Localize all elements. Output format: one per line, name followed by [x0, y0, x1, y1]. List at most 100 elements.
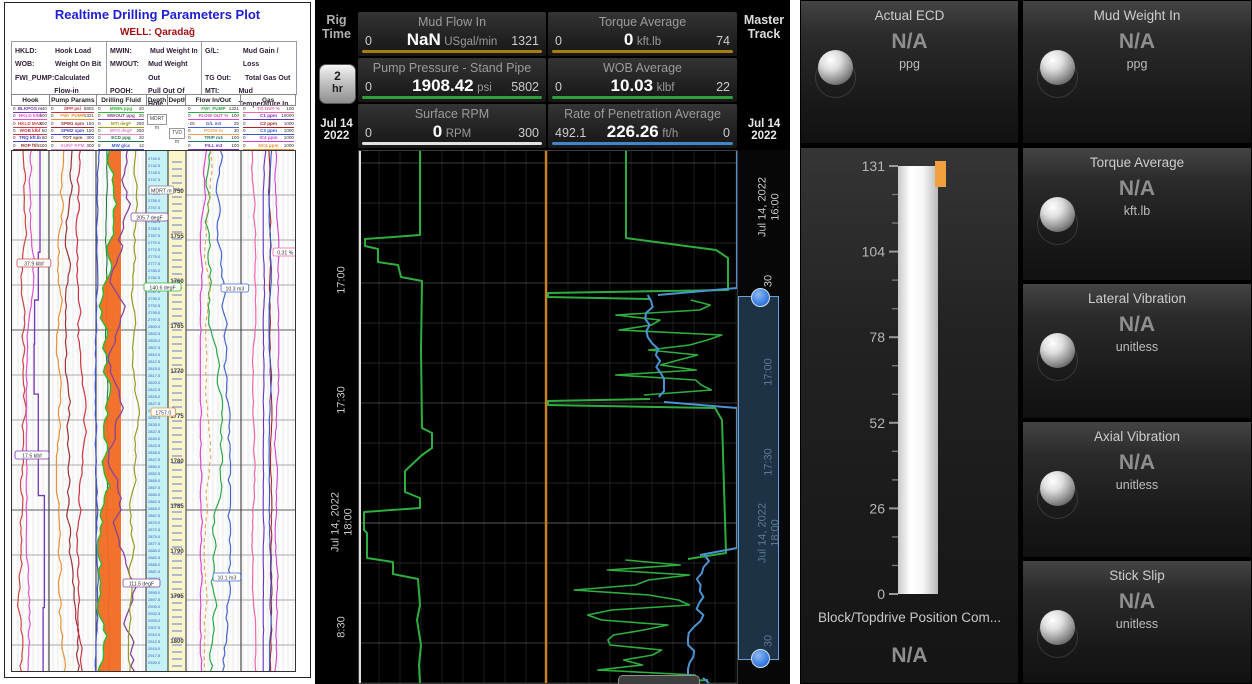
- svg-text:1795: 1795: [170, 594, 184, 600]
- well-log-plot[interactable]: 2740.02742.52745.02747.52750.02752.52755…: [11, 150, 296, 672]
- legend-value: Weight On Bit: [55, 58, 101, 71]
- chart-scrollbar[interactable]: [618, 675, 700, 684]
- sensor-card-mud-weight-in[interactable]: Mud Weight InN/Appg: [1022, 0, 1252, 144]
- scale-max: 1000: [284, 143, 294, 148]
- gauge-tick-label: 0: [877, 586, 885, 602]
- svg-text:2857.5: 2857.5: [148, 485, 161, 490]
- scale-row-gas: 0C3 ppm1000: [241, 128, 296, 135]
- gauge-color-bar: [362, 50, 542, 53]
- scale-row-hook: 0HKLD klbf500: [11, 113, 49, 120]
- svg-text:2810.0: 2810.0: [148, 352, 161, 357]
- svg-text:2797.5: 2797.5: [148, 317, 161, 322]
- curve-scale-legend: 0BLKPOS m400HKLD klbf5000HKLD MAX5000WOB…: [11, 106, 296, 150]
- scale-max: 100: [231, 135, 239, 140]
- gauge-max: 300: [518, 126, 539, 140]
- scale-max: 20: [139, 106, 144, 111]
- svg-text:2860.0: 2860.0: [148, 492, 161, 497]
- svg-text:2875.0: 2875.0: [148, 534, 161, 539]
- svg-text:140.6 degF: 140.6 degF: [149, 286, 175, 292]
- scale-row-gas: 0TG OUT %100: [241, 106, 296, 113]
- svg-text:2807.5: 2807.5: [148, 345, 161, 350]
- gauge-unit: kft.lb: [637, 36, 661, 48]
- scale-max: 100: [231, 143, 239, 148]
- sensor-card-stick-slip[interactable]: Stick SlipN/Aunitless: [1022, 560, 1252, 684]
- svg-text:2867.5: 2867.5: [148, 513, 161, 518]
- scale-max: 100: [286, 106, 294, 111]
- legend-key: WOB:: [15, 58, 55, 71]
- gauge-title: Rate of Penetration Average: [548, 107, 737, 121]
- svg-text:2817.5: 2817.5: [148, 373, 161, 378]
- svg-text:2742.5: 2742.5: [148, 163, 161, 168]
- scale-row-hook: 0HKLD MAX500: [11, 121, 49, 128]
- svg-text:2772.5: 2772.5: [148, 247, 161, 252]
- scale-label: G/L m3: [186, 121, 241, 126]
- gauge-target-marker: [935, 161, 946, 187]
- svg-text:2842.5: 2842.5: [148, 443, 161, 448]
- gauge-max: 0: [723, 126, 730, 140]
- legend-key: MWIN:: [110, 45, 150, 58]
- svg-text:1790: 1790: [170, 549, 184, 555]
- status-sphere-icon: [1040, 197, 1075, 232]
- gauge-torque-average[interactable]: Torque Average 0 0 kft.lb 74: [548, 12, 737, 56]
- scale-max: 1321: [229, 106, 239, 111]
- time-interval-button[interactable]: 2 hr: [319, 64, 356, 104]
- svg-text:2882.5: 2882.5: [148, 555, 161, 560]
- svg-text:2777.5: 2777.5: [148, 261, 161, 266]
- sensor-card-lateral-vibration[interactable]: Lateral VibrationN/Aunitless: [1022, 283, 1252, 419]
- track-header-pump-params: Pump Params: [49, 94, 96, 106]
- legend-row: WOB:Weight On Bit: [15, 58, 104, 71]
- sensor-card-axial-vibration[interactable]: Axial VibrationN/Aunitless: [1022, 421, 1252, 558]
- scale-label: POOH m: [186, 128, 241, 133]
- scale-max: 150: [86, 121, 94, 126]
- status-sphere-icon: [1040, 610, 1075, 645]
- gauge-pump-pressure[interactable]: Pump Pressure - Stand Pipe 0 1908.42 psi…: [358, 58, 546, 102]
- selection-handle-top[interactable]: [751, 288, 770, 307]
- block-position-gauge-card[interactable]: 1311047852260 Block/Topdrive Position Co…: [800, 147, 1019, 684]
- gauge-mud-flow-in[interactable]: Mud Flow In 0 NaN USgal/min 1321: [358, 12, 546, 56]
- svg-text:2827.5: 2827.5: [148, 401, 161, 406]
- selection-handle-bottom[interactable]: [751, 649, 770, 668]
- time-range-selection[interactable]: [738, 296, 779, 660]
- svg-text:111.5 degF: 111.5 degF: [129, 582, 154, 588]
- sensor-card-title: Lateral Vibration: [1023, 291, 1251, 306]
- gauge-surface-rpm[interactable]: Surface RPM 0 0 RPM 300: [358, 104, 546, 148]
- svg-text:2905.0: 2905.0: [148, 618, 161, 623]
- scale-row-fluid: 0MTI degF250: [96, 121, 146, 128]
- track-header-drilling-fluid: Drilling Fluid: [96, 94, 146, 106]
- svg-text:2887.5: 2887.5: [148, 569, 161, 574]
- master-axis-label: Jul 14, 2022 16:00: [756, 177, 781, 237]
- sensor-card-torque-average[interactable]: Torque AverageN/Akft.lb: [1022, 147, 1252, 281]
- svg-text:1800: 1800: [170, 639, 184, 645]
- svg-text:2845.0: 2845.0: [148, 450, 161, 455]
- svg-text:2800.0: 2800.0: [148, 324, 161, 329]
- gauge-wob-average[interactable]: WOB Average 0 10.03 klbf 22: [548, 58, 737, 102]
- svg-text:2747.5: 2747.5: [148, 177, 161, 182]
- master-track[interactable]: Jul 14, 2022 16:003017:0017:30Jul 14, 20…: [738, 150, 790, 684]
- scale-row-flow: 0POOH m30: [186, 128, 241, 135]
- scale-max: 5802: [84, 106, 94, 111]
- legend-row: TG Out:Total Gas Out: [205, 72, 294, 85]
- rig-time-chart[interactable]: [358, 150, 738, 684]
- scale-row-flow: 0TRIP m3100: [186, 135, 241, 142]
- mnemonic-legend: HKLD:Hook LoadWOB:Weight On BitFWI_PUMP:…: [11, 41, 297, 95]
- legend-value: Total Gas Out: [245, 72, 290, 85]
- scale-row-pump: 0SPM1 spm150: [49, 121, 96, 128]
- scale-max: 50: [42, 135, 47, 140]
- gauge-max: 74: [716, 34, 730, 48]
- gauge-value: 10.03: [611, 76, 654, 95]
- svg-text:2767.5: 2767.5: [148, 233, 161, 238]
- gauge-value: 226.26: [607, 122, 659, 141]
- svg-text:1780: 1780: [170, 459, 184, 465]
- svg-text:2775.0: 2775.0: [148, 254, 161, 259]
- svg-text:0.31 %: 0.31 %: [277, 251, 294, 257]
- legend-value: Mud Weight In: [150, 45, 198, 58]
- time-axis-label: 8:30: [336, 616, 349, 637]
- scale-max: 250: [136, 121, 144, 126]
- svg-text:2850.0: 2850.0: [148, 464, 161, 469]
- svg-text:2815.0: 2815.0: [148, 366, 161, 371]
- sensor-card-actual-ecd[interactable]: Actual ECDN/Appg: [800, 0, 1019, 144]
- gauge-value: 0: [433, 122, 442, 141]
- scale-max: 250: [136, 128, 144, 133]
- gauge-rop-average[interactable]: Rate of Penetration Average 492.1 226.26…: [548, 104, 737, 148]
- sensor-card-title: Mud Weight In: [1023, 8, 1251, 23]
